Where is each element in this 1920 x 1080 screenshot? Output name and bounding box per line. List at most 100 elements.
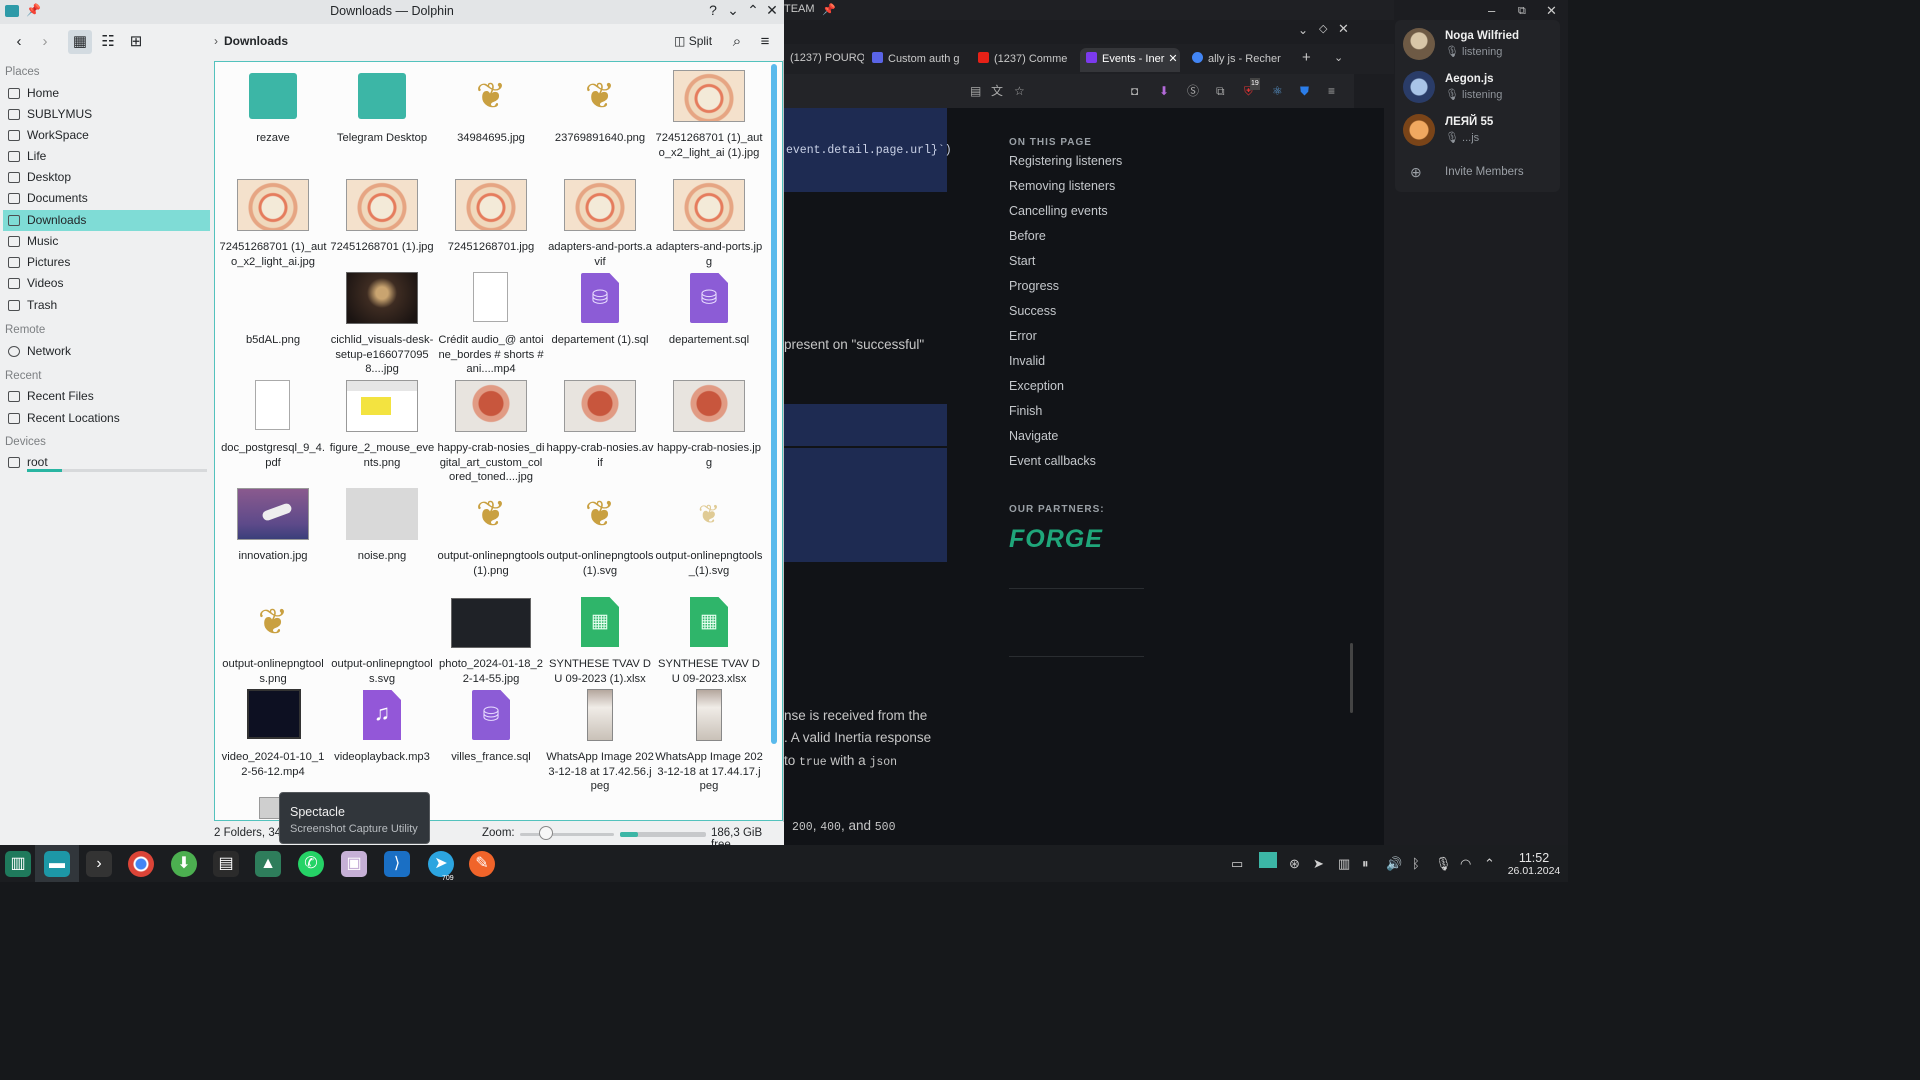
compact-view-icon[interactable]: ☷ <box>96 30 120 54</box>
telegram-icon[interactable]: ➤ 709 <box>428 851 454 882</box>
maximize-icon[interactable]: ⧉ <box>1518 5 1526 18</box>
extension-s-icon[interactable]: Ⓢ <box>1187 85 1199 97</box>
sidebar-item-documents[interactable]: Documents <box>3 188 210 209</box>
forward-icon[interactable]: › <box>34 30 56 54</box>
file-item[interactable]: innovation.jpg <box>219 486 327 564</box>
icons-view-icon[interactable]: ▦ <box>68 30 92 54</box>
toc-link[interactable]: Start <box>1009 254 1035 268</box>
toc-link[interactable]: Before <box>1009 229 1046 243</box>
file-view-scrollbar[interactable] <box>771 64 777 744</box>
sidebar-item-network[interactable]: Network <box>3 341 210 362</box>
pager-icon[interactable] <box>1259 852 1277 868</box>
chrome-icon[interactable] <box>128 851 154 877</box>
sidebar-item-music[interactable]: Music <box>3 231 210 252</box>
sidebar-item-downloads[interactable]: Downloads <box>3 210 210 231</box>
file-item[interactable]: 72451268701.jpg <box>437 177 545 255</box>
file-item[interactable]: ❦ output-onlinepngtools.png <box>219 594 327 686</box>
react-devtools-icon[interactable]: ⚛ <box>1272 85 1284 97</box>
toc-link[interactable]: Error <box>1009 329 1037 343</box>
volume-icon[interactable]: 🔊 <box>1386 856 1402 872</box>
download-icon[interactable]: ⬇ <box>1159 85 1171 97</box>
file-item[interactable]: WhatsApp Image 2023-12-18 at 17.42.56.jp… <box>546 687 654 794</box>
help-icon[interactable]: ? <box>705 2 721 18</box>
file-view[interactable]: rezave Telegram Desktop ❦ 34984695.jpg ❦ 2376… <box>214 61 783 821</box>
file-item[interactable]: ❦ output-onlinepngtools (1).svg <box>546 486 654 578</box>
dolphin-task-icon[interactable]: ▬ <box>44 851 70 877</box>
file-item[interactable]: 72451268701 (1)_auto_x2_light_ai.jpg <box>219 177 327 269</box>
toc-link[interactable]: Finish <box>1009 404 1042 418</box>
voice-member[interactable]: Aegon.js 🎙 listening <box>1403 71 1558 107</box>
file-item[interactable]: Telegram Desktop <box>328 68 436 146</box>
toc-link[interactable]: Exception <box>1009 379 1064 393</box>
chevron-down-icon[interactable]: ⌄ <box>725 2 741 19</box>
browser-tab[interactable]: ally js - Recher <box>1186 48 1286 72</box>
file-item[interactable]: departement (1).sql <box>546 270 654 348</box>
file-item[interactable]: cichlid_visuals-desk-setup-e1660770958..… <box>328 270 436 377</box>
terminal-task-icon[interactable]: › <box>86 851 112 877</box>
file-item[interactable]: villes_france.sql <box>437 687 545 765</box>
sidebar-item-life[interactable]: Life <box>3 146 210 167</box>
sidebar-item-sublymus[interactable]: SUBLYMUS <box>3 104 210 125</box>
file-item[interactable]: happy-crab-nosies.avif <box>546 378 654 470</box>
file-item[interactable]: departement.sql <box>655 270 763 348</box>
ublock-icon[interactable]: ⛨ 19 <box>1244 78 1260 97</box>
file-item[interactable]: happy-crab-nosies.jpg <box>655 378 763 470</box>
file-item[interactable]: ❦ output-onlinepngtools_(1).svg <box>655 486 763 578</box>
toc-link[interactable]: Registering listeners <box>1009 154 1122 168</box>
tab-list-chevron-icon[interactable]: ⌄ <box>1330 48 1350 72</box>
new-tab-icon[interactable]: + <box>1298 48 1318 72</box>
invite-members-button[interactable]: Invite Members <box>1445 166 1524 178</box>
browser-tab-active[interactable]: Events - Iner ✕ <box>1080 48 1180 72</box>
close-icon[interactable]: ✕ <box>1338 21 1349 37</box>
tray-expand-icon[interactable]: ⌃ <box>1484 856 1495 872</box>
file-item[interactable]: b5dAL.png <box>219 270 327 348</box>
bluetooth-icon[interactable]: ᛒ <box>1412 856 1420 871</box>
split-button[interactable]: ◫ Split <box>674 34 712 48</box>
page-scrollbar[interactable] <box>1350 643 1353 713</box>
pocket-icon[interactable]: ◘ <box>1131 85 1143 97</box>
microphone-icon[interactable]: 🎙 <box>1435 856 1452 872</box>
toc-link[interactable]: Success <box>1009 304 1056 318</box>
file-item[interactable]: doc_postgresql_9_4.pdf <box>219 378 327 470</box>
sidebar-item-workspace[interactable]: WorkSpace <box>3 125 210 146</box>
voice-member[interactable]: Noga Wilfried 🎙 listening <box>1403 28 1558 64</box>
file-item[interactable]: noise.png <box>328 486 436 564</box>
sidebar-item-desktop[interactable]: Desktop <box>3 167 210 188</box>
zoom-slider-track[interactable] <box>520 833 614 836</box>
forge-logo[interactable]: FORGE <box>1009 525 1103 554</box>
restore-icon[interactable]: ◇ <box>1319 22 1327 35</box>
whatsapp-icon[interactable]: ✆ <box>298 851 324 877</box>
file-item[interactable]: happy-crab-nosies_digital_art_custom_col… <box>437 378 545 485</box>
media-pause-icon[interactable]: ⏸ <box>1362 856 1369 872</box>
file-item[interactable]: ❦ output-onlinepngtools (1).png <box>437 486 545 578</box>
close-tab-icon[interactable]: ✕ <box>1168 53 1177 65</box>
chevron-down-icon[interactable]: ⌄ <box>1298 23 1308 37</box>
sidebar-item-videos[interactable]: Videos <box>3 273 210 294</box>
pin-icon[interactable]: 📌 <box>822 3 836 16</box>
toc-link[interactable]: Removing listeners <box>1009 179 1115 193</box>
details-view-icon[interactable]: ⊞ <box>124 30 148 54</box>
file-item[interactable]: adapters-and-ports.jpg <box>655 177 763 269</box>
system-monitor-icon[interactable]: ▤ <box>213 851 239 877</box>
minimize-icon[interactable]: – <box>1488 3 1495 18</box>
file-item[interactable]: WhatsApp Image 2023-12-18 at 17.44.17.jp… <box>655 687 763 794</box>
maximize-icon[interactable]: ⌃ <box>745 2 761 19</box>
file-item[interactable]: SYNTHESE TVAV DU 09-2023.xlsx <box>655 594 763 686</box>
voice-member[interactable]: ЛЕЯЙ 55 🎙 ...js <box>1403 114 1558 150</box>
sidebar-item-recent-locations[interactable]: Recent Locations <box>3 408 210 429</box>
file-item[interactable]: SYNTHESE TVAV DU 09-2023 (1).xlsx <box>546 594 654 686</box>
toc-link[interactable]: Cancelling events <box>1009 204 1108 218</box>
file-item[interactable]: ❦ 23769891640.png <box>546 68 654 146</box>
breadcrumb[interactable]: › Downloads <box>214 34 288 48</box>
postman-icon[interactable]: ✎ <box>469 851 495 877</box>
sidebar-item-pictures[interactable]: Pictures <box>3 252 210 273</box>
browser-tab[interactable]: Custom auth g <box>866 48 966 72</box>
menu-icon[interactable]: ≡ <box>1328 85 1340 97</box>
toc-link[interactable]: Progress <box>1009 279 1059 293</box>
toc-link[interactable]: Invalid <box>1009 354 1045 368</box>
file-item[interactable]: videoplayback.mp3 <box>328 687 436 765</box>
clock[interactable]: 11:52 26.01.2024 <box>1506 851 1562 877</box>
search-icon[interactable]: ⌕ <box>726 30 748 54</box>
file-item[interactable]: ❦ 34984695.jpg <box>437 68 545 146</box>
show-desktop-icon[interactable]: ▭ <box>1231 856 1243 872</box>
